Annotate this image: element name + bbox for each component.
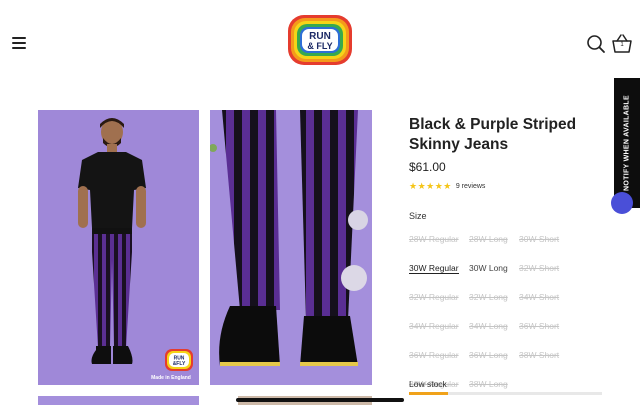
search-icon[interactable] bbox=[586, 34, 606, 54]
size-option[interactable]: 32W Long bbox=[469, 292, 508, 302]
model-photo bbox=[78, 118, 146, 364]
size-option[interactable]: 32W Regular bbox=[409, 292, 459, 302]
stock-level-bar bbox=[409, 392, 602, 395]
size-option[interactable]: 28W Regular bbox=[409, 234, 459, 244]
made-in-england-caption: Made in England bbox=[151, 375, 191, 381]
size-option[interactable]: 38W Short bbox=[519, 350, 559, 360]
chat-widget-icon[interactable] bbox=[611, 192, 633, 214]
size-option[interactable]: 30W Short bbox=[519, 234, 559, 244]
logo-text-bottom: & FLY bbox=[307, 41, 332, 51]
product-price: $61.00 bbox=[409, 160, 446, 174]
rainbow-logo-icon: RUN & FLY bbox=[288, 15, 352, 65]
home-indicator-bar bbox=[236, 398, 404, 402]
stock-level-fill bbox=[409, 392, 448, 395]
product-image-detail[interactable] bbox=[210, 110, 372, 385]
size-option[interactable]: 34W Short bbox=[519, 292, 559, 302]
hamburger-menu-icon[interactable] bbox=[12, 37, 26, 49]
size-option[interactable]: 36W Long bbox=[469, 350, 508, 360]
size-option[interactable]: 32W Short bbox=[519, 263, 559, 273]
star-rating-icon: ★★★★★ bbox=[409, 181, 452, 191]
run-and-fly-badge-icon: RUN &FLY bbox=[165, 349, 193, 371]
notify-tab-label: NOTIFY WHEN AVAILABLE bbox=[623, 95, 631, 191]
product-rating[interactable]: ★★★★★ 9 reviews bbox=[409, 181, 485, 192]
image-badge-bottom: &FLY bbox=[173, 361, 186, 367]
size-label: Size bbox=[409, 211, 427, 221]
size-option[interactable]: 38W Long bbox=[469, 379, 508, 389]
size-option[interactable]: 36W Short bbox=[519, 321, 559, 331]
size-options: 28W Regular 28W Long 30W Short 30W Regular 3… bbox=[409, 229, 609, 392]
size-option[interactable]: 34W Long bbox=[469, 321, 508, 331]
product-image-model[interactable]: RUN &FLY Made in England bbox=[38, 110, 199, 385]
stock-status-label: Low stock bbox=[409, 379, 447, 389]
size-option[interactable]: 34W Regular bbox=[409, 321, 459, 331]
product-image-thumbnail-next[interactable] bbox=[38, 396, 199, 405]
size-option[interactable]: 30W Long bbox=[469, 263, 508, 273]
basket-count-badge: 1 bbox=[620, 42, 624, 48]
size-option[interactable]: 30W Regular bbox=[409, 262, 459, 274]
trouser-detail-photo bbox=[210, 110, 368, 366]
basket-icon[interactable]: 1 bbox=[611, 33, 633, 55]
reviews-count-link[interactable]: 9 reviews bbox=[456, 183, 486, 190]
product-title: Black & Purple Striped Skinny Jeans bbox=[409, 116, 577, 153]
size-option[interactable]: 28W Long bbox=[469, 234, 508, 244]
size-option[interactable]: 36W Regular bbox=[409, 350, 459, 360]
run-and-fly-logo[interactable]: RUN & FLY bbox=[286, 13, 354, 67]
notify-when-available-tab[interactable]: NOTIFY WHEN AVAILABLE bbox=[614, 78, 640, 208]
